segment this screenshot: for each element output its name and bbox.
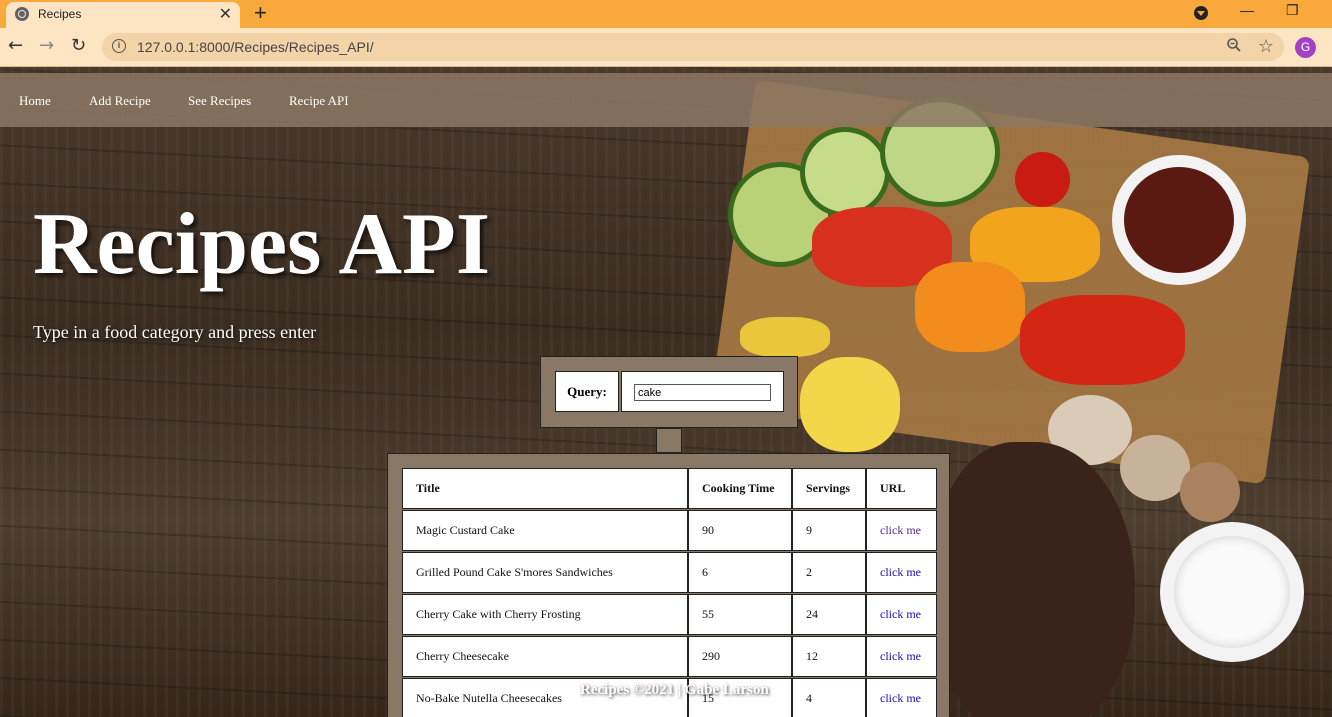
nav-home-link[interactable]: Home	[19, 93, 51, 109]
cell-cooking-time: 55	[688, 594, 792, 635]
cell-url: click me	[866, 636, 937, 677]
browser-tab-bar: Recipes ✕ + — ❐	[0, 0, 1332, 28]
page-footer: Recipes ©2021 | Gabe Larson	[580, 682, 769, 698]
cell-title: Cherry Cheesecake	[402, 636, 688, 677]
column-header-servings: Servings	[792, 468, 866, 509]
query-input-cell	[621, 371, 784, 412]
cell-cooking-time: 90	[688, 510, 792, 551]
tab-title: Recipes	[38, 7, 82, 21]
address-url[interactable]: 127.0.0.1:8000/Recipes/Recipes_API/	[137, 39, 374, 55]
cell-url: click me	[866, 678, 937, 717]
browser-toolbar: ← → ↻ i 127.0.0.1:8000/Recipes/Recipes_A…	[0, 28, 1332, 67]
back-icon[interactable]: ←	[8, 36, 23, 56]
tomato-image	[1015, 152, 1070, 207]
red-pepper-image	[1020, 295, 1185, 385]
cream-bowl-image	[1160, 522, 1304, 662]
cell-title: Magic Custard Cake	[402, 510, 688, 551]
restore-icon[interactable]: ❐	[1286, 2, 1299, 19]
cell-servings: 9	[792, 510, 866, 551]
zoom-icon[interactable]	[1226, 37, 1242, 53]
query-label: Query:	[555, 371, 619, 412]
recipe-link[interactable]: click me	[880, 523, 921, 538]
browser-tab[interactable]: Recipes ✕	[6, 2, 240, 28]
column-header-title: Title	[402, 468, 688, 509]
column-header-cooking-time: Cooking Time	[688, 468, 792, 509]
corn-image	[800, 357, 900, 452]
address-bar[interactable]: i 127.0.0.1:8000/Recipes/Recipes_API/ ☆	[102, 33, 1284, 61]
page-subtitle: Type in a food category and press enter	[33, 322, 317, 342]
profile-avatar[interactable]: G	[1295, 37, 1316, 58]
cell-url: click me	[866, 552, 937, 593]
bookmark-star-icon[interactable]: ☆	[1258, 36, 1274, 57]
steak-image	[935, 442, 1135, 717]
cell-cooking-time: 290	[688, 636, 792, 677]
recipe-link[interactable]: click me	[880, 649, 921, 664]
new-tab-button[interactable]: +	[254, 1, 267, 25]
site-info-icon[interactable]: i	[112, 39, 126, 53]
sauce-bowl-image	[1112, 155, 1246, 285]
recipe-link[interactable]: click me	[880, 607, 921, 622]
orange-pepper-image	[915, 262, 1025, 352]
cell-servings: 24	[792, 594, 866, 635]
zucchini-image	[800, 127, 890, 217]
site-navbar: Home Add Recipe See Recipes Recipe API	[0, 73, 1332, 127]
tab-search-icon[interactable]	[1194, 6, 1208, 20]
mushroom-image	[1180, 462, 1240, 522]
page-title: Recipes API	[33, 196, 491, 293]
corn-image	[740, 317, 830, 357]
recipe-link[interactable]: click me	[880, 691, 921, 706]
cell-title: Grilled Pound Cake S'mores Sandwiches	[402, 552, 688, 593]
nav-see-recipes-link[interactable]: See Recipes	[188, 93, 251, 109]
cell-servings: 4	[792, 678, 866, 717]
close-tab-icon[interactable]: ✕	[219, 4, 232, 24]
query-form: Query:	[540, 356, 798, 428]
cell-url: click me	[866, 510, 937, 551]
cell-cooking-time: 6	[688, 552, 792, 593]
cell-servings: 12	[792, 636, 866, 677]
query-input[interactable]	[634, 384, 771, 401]
recipe-link[interactable]: click me	[880, 565, 921, 580]
column-header-url: URL	[866, 468, 937, 509]
query-results-connector	[656, 428, 682, 453]
cell-url: click me	[866, 594, 937, 635]
cell-title: Cherry Cake with Cherry Frosting	[402, 594, 688, 635]
minimize-icon[interactable]: —	[1240, 2, 1254, 18]
reload-icon[interactable]: ↻	[71, 36, 86, 56]
results-table: Title Cooking Time Servings URL Magic Cu…	[387, 453, 950, 717]
nav-recipe-api-link[interactable]: Recipe API	[289, 93, 349, 109]
globe-icon	[15, 7, 29, 21]
nav-add-recipe-link[interactable]: Add Recipe	[89, 93, 151, 109]
forward-icon[interactable]: →	[39, 36, 54, 56]
cell-servings: 2	[792, 552, 866, 593]
page-background: Home Add Recipe See Recipes Recipe API R…	[0, 67, 1332, 717]
